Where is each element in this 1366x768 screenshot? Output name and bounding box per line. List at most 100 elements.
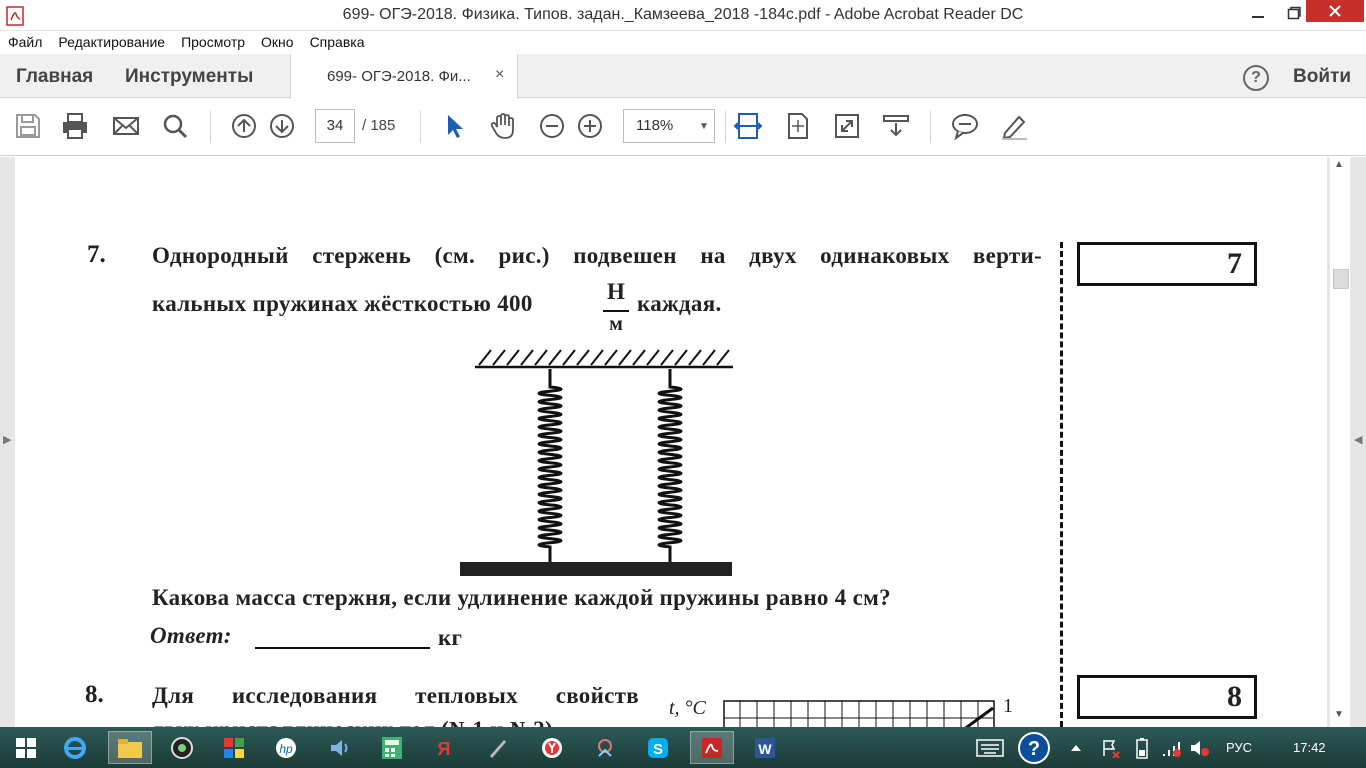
explorer-icon[interactable]: [108, 731, 152, 764]
save-icon[interactable]: [13, 111, 43, 141]
menu-file[interactable]: Файл: [8, 34, 42, 50]
keyboard-icon[interactable]: [972, 731, 1008, 764]
close-button[interactable]: [1306, 0, 1364, 22]
restore-icon: [1287, 6, 1301, 20]
toolbar-separator: [725, 111, 726, 143]
acrobat-task-icon[interactable]: [690, 731, 734, 764]
full-screen-icon[interactable]: [832, 111, 862, 141]
print-icon[interactable]: [60, 111, 90, 141]
volume-icon[interactable]: [1186, 731, 1214, 764]
camera-app-icon[interactable]: [160, 731, 204, 764]
toolbar-separator: [930, 111, 931, 143]
flag-icon[interactable]: [1096, 731, 1124, 764]
network-tool-icon[interactable]: [583, 731, 627, 764]
select-cursor-icon[interactable]: [440, 111, 470, 141]
question-8-number: 8.: [85, 681, 104, 708]
answer-input-line[interactable]: [255, 647, 430, 649]
word-icon[interactable]: W: [743, 731, 787, 764]
minimize-icon: [1252, 16, 1264, 18]
title-bar: 699- ОГЭ-2018. Физика. Типов. задан._Кам…: [0, 0, 1366, 31]
question-7-prompt: Какова масса стержня, если удлинение каж…: [152, 585, 891, 610]
battery-icon[interactable]: [1128, 731, 1156, 764]
unit-denominator: м: [609, 313, 623, 335]
answer-box-8[interactable]: 8: [1077, 675, 1257, 719]
highlight-pen-icon[interactable]: [999, 111, 1029, 141]
zoom-out-icon[interactable]: [537, 111, 567, 141]
answer-label: Ответ:: [150, 623, 232, 648]
fit-page-icon[interactable]: [783, 111, 813, 141]
close-icon: [1329, 5, 1341, 17]
windows-logo-icon: [16, 737, 36, 758]
graph-axis-label: t, °С: [669, 697, 706, 719]
tab-document-label: 699- ОГЭ-2018. Фи...: [327, 68, 471, 85]
spring-right: [657, 369, 683, 562]
email-icon[interactable]: [111, 111, 141, 141]
media-player-icon[interactable]: [317, 731, 361, 764]
hand-tool-icon[interactable]: [488, 111, 518, 141]
yandex-icon[interactable]: Я: [422, 731, 466, 764]
question-7-line2: кальных пружинах жёсткостью 400: [152, 291, 533, 316]
pen-tool-icon[interactable]: [476, 731, 520, 764]
tab-close-icon[interactable]: ×: [495, 66, 504, 84]
spring-left: [537, 369, 563, 562]
prev-page-icon[interactable]: [229, 111, 259, 141]
menu-edit[interactable]: Редактирование: [58, 34, 165, 50]
menu-help[interactable]: Справка: [310, 34, 365, 50]
zoom-value: 118%: [636, 117, 674, 134]
chevron-down-icon: ▼: [699, 121, 709, 132]
scroll-up-icon[interactable]: ▲: [1334, 159, 1344, 170]
hp-icon[interactable]: hp: [264, 731, 308, 764]
right-panel-toggle-icon[interactable]: ◀: [1354, 433, 1362, 446]
zoom-select[interactable]: 118% ▼: [623, 109, 715, 143]
tab-tools[interactable]: Инструменты: [125, 66, 253, 88]
tab-document[interactable]: 699- ОГЭ-2018. Фи... ×: [290, 54, 518, 99]
springs-figure: [460, 349, 733, 576]
question-7-number: 7.: [87, 241, 106, 268]
question-8-line1: Для исследования тепловых свойств: [152, 683, 639, 708]
graph-grid: [723, 700, 995, 727]
answer-box-7-label: 7: [1227, 247, 1242, 280]
toolbar: 34 / 185 118% ▼: [0, 99, 1366, 156]
tab-bar: Главная Инструменты 699- ОГЭ-2018. Фи...…: [0, 54, 1366, 99]
zoom-in-icon[interactable]: [575, 111, 605, 141]
photo-app-icon[interactable]: [212, 731, 256, 764]
yandex-browser-icon[interactable]: [530, 731, 574, 764]
tab-home[interactable]: Главная: [16, 66, 93, 88]
spring-coil: [537, 369, 563, 562]
calculator-icon[interactable]: [370, 731, 414, 764]
next-page-icon[interactable]: [267, 111, 297, 141]
question-8-line2: двух кристаллических тел (№1 и №2): [152, 717, 553, 727]
scroll-down-icon[interactable]: ▼: [1334, 709, 1344, 720]
svg-text:hp: hp: [279, 742, 293, 756]
minimize-button[interactable]: [1238, 0, 1278, 26]
language-indicator[interactable]: РУС: [1226, 740, 1252, 755]
vertical-scrollbar[interactable]: ▲ ▼: [1330, 157, 1350, 727]
fit-width-icon[interactable]: [733, 111, 763, 141]
page-number-input[interactable]: 34: [315, 109, 355, 143]
answer-box-8-label: 8: [1227, 680, 1242, 713]
help-icon[interactable]: ?: [1243, 65, 1269, 91]
left-panel-toggle-icon[interactable]: ▶: [3, 433, 11, 446]
window-title: 699- ОГЭ-2018. Физика. Типов. задан._Кам…: [342, 6, 1024, 23]
svg-text:S: S: [653, 741, 663, 758]
rod: [460, 562, 732, 576]
toolbar-separator: [420, 111, 421, 143]
search-icon[interactable]: [160, 111, 190, 141]
skype-icon[interactable]: S: [636, 731, 680, 764]
answer-box-7[interactable]: 7: [1077, 242, 1257, 286]
help-tray-icon[interactable]: ?: [1014, 731, 1054, 764]
menu-window[interactable]: Окно: [261, 34, 294, 50]
menu-view[interactable]: Просмотр: [181, 34, 245, 50]
read-mode-icon[interactable]: [881, 111, 911, 141]
svg-text:Я: Я: [438, 739, 451, 759]
start-button[interactable]: [4, 731, 48, 764]
signin-button[interactable]: Войти: [1293, 66, 1351, 88]
document-area: ▶ 7. Однородный стержень (см. рис.) подв…: [0, 157, 1366, 727]
question-7-line2-end: каждая.: [637, 291, 722, 316]
show-hidden-icons-icon[interactable]: [1064, 731, 1088, 764]
scroll-thumb[interactable]: [1333, 269, 1349, 289]
ie-icon[interactable]: [53, 731, 97, 764]
network-icon[interactable]: [1158, 731, 1186, 764]
clock[interactable]: 17:42: [1293, 740, 1326, 755]
comment-icon[interactable]: [950, 111, 980, 141]
